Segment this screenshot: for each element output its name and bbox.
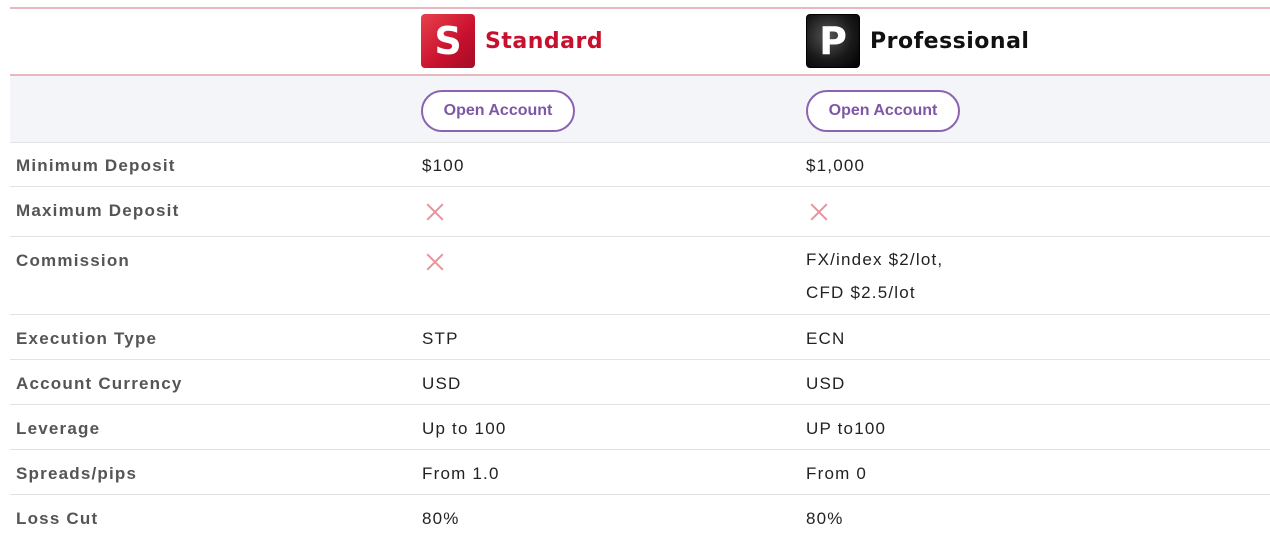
- table-row: Minimum Deposit $100 $1,000: [10, 142, 1270, 187]
- row-label: Minimum Deposit: [16, 156, 176, 175]
- professional-open-account-button[interactable]: Open Account: [806, 90, 960, 132]
- professional-value: [810, 201, 828, 224]
- professional-value: FX/index $2/lot, CFD $2.5/lot: [806, 243, 943, 309]
- row-label: Commission: [16, 251, 131, 270]
- standard-open-account-button[interactable]: Open Account: [421, 90, 575, 132]
- row-label: Account Currency: [16, 374, 183, 393]
- table-row: Account Currency USD USD: [10, 360, 1270, 405]
- row-label: Loss Cut: [16, 509, 99, 528]
- professional-value: From 0: [806, 464, 868, 483]
- standard-plan-header: S Standard: [421, 14, 603, 68]
- professional-value: ECN: [806, 329, 846, 348]
- row-label: Leverage: [16, 419, 101, 438]
- cross-icon: [810, 203, 828, 221]
- table-row: Spreads/pips From 1.0 From 0: [10, 450, 1270, 495]
- professional-value: $1,000: [806, 156, 866, 175]
- standard-value: $100: [422, 156, 465, 175]
- account-comparison-table: S Standard P Professional Open Account O…: [0, 0, 1270, 539]
- standard-value: From 1.0: [422, 464, 500, 483]
- comparison-rows: Minimum Deposit $100 $1,000 Maximum Depo…: [0, 142, 1270, 539]
- table-row: Leverage Up to 100 UP to100: [10, 405, 1270, 450]
- professional-value: 80%: [806, 509, 844, 528]
- standard-plan-name: Standard: [485, 28, 604, 54]
- table-row: Execution Type STP ECN: [10, 315, 1270, 360]
- cross-icon: [426, 203, 444, 221]
- cross-icon: [426, 253, 444, 271]
- open-account-row: Open Account Open Account: [10, 76, 1270, 143]
- row-label: Maximum Deposit: [16, 201, 180, 220]
- standard-value: STP: [422, 329, 459, 348]
- commission-line-2: CFD $2.5/lot: [806, 283, 916, 302]
- table-row: Loss Cut 80% 80%: [10, 495, 1270, 539]
- standard-value: Up to 100: [422, 419, 507, 438]
- professional-value: USD: [806, 374, 846, 393]
- table-row: Commission FX/index $2/lot, CFD $2.5/lot: [10, 237, 1270, 315]
- row-label: Spreads/pips: [16, 464, 138, 483]
- professional-plan-header: P Professional: [806, 14, 1029, 68]
- standard-value: [426, 251, 444, 274]
- professional-value: UP to100: [806, 419, 887, 438]
- standard-value: 80%: [422, 509, 460, 528]
- plan-header-row: S Standard P Professional: [0, 9, 1270, 74]
- standard-value: USD: [422, 374, 462, 393]
- standard-logo: S: [421, 14, 475, 68]
- standard-value: [426, 201, 444, 224]
- commission-line-1: FX/index $2/lot,: [806, 250, 944, 269]
- table-row: Maximum Deposit: [10, 187, 1270, 237]
- professional-plan-name: Professional: [870, 28, 1030, 54]
- professional-logo: P: [806, 14, 860, 68]
- row-label: Execution Type: [16, 329, 158, 348]
